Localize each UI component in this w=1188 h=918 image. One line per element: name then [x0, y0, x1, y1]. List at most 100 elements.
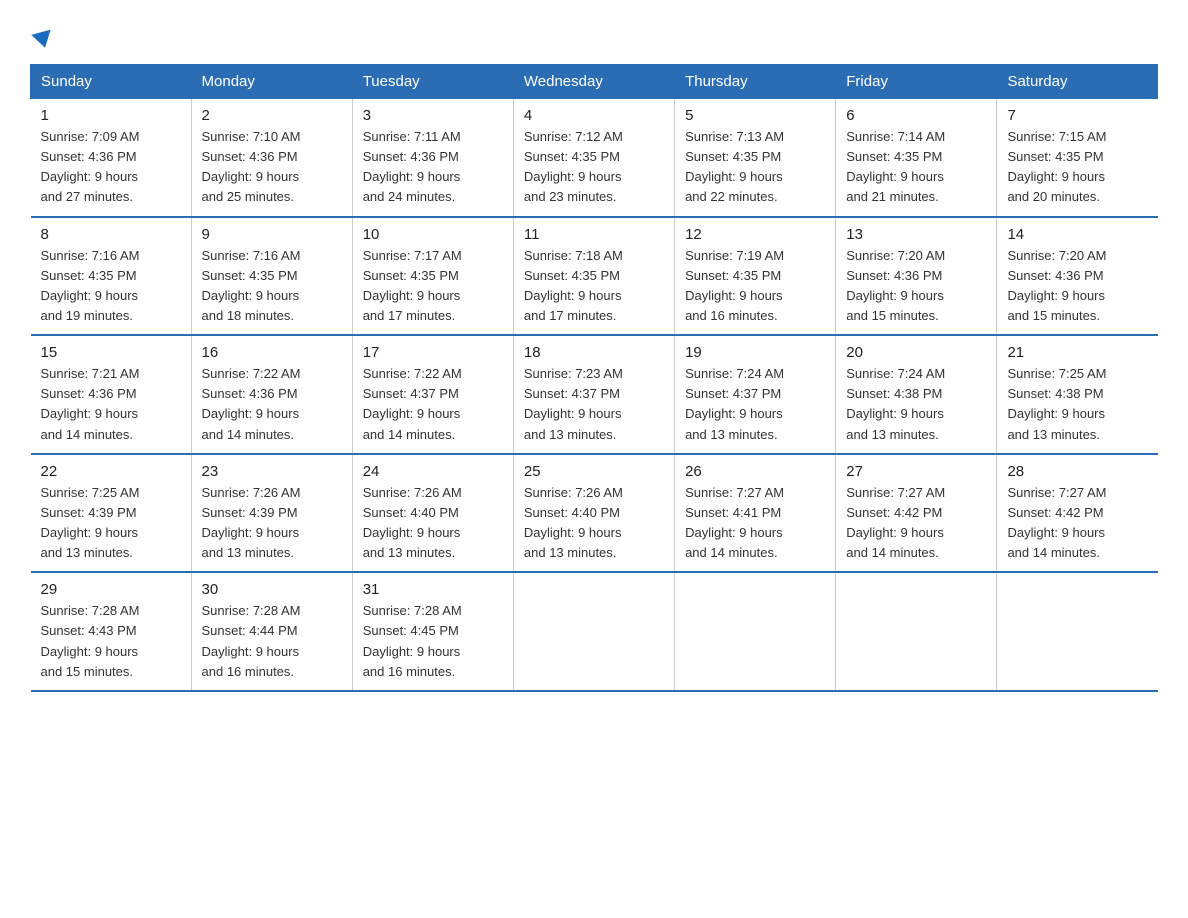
week-row-2: 8 Sunrise: 7:16 AMSunset: 4:35 PMDayligh…: [31, 217, 1158, 336]
day-info: Sunrise: 7:19 AMSunset: 4:35 PMDaylight:…: [685, 248, 784, 323]
day-number: 15: [41, 344, 181, 361]
day-cell: 8 Sunrise: 7:16 AMSunset: 4:35 PMDayligh…: [31, 217, 192, 336]
day-number: 14: [1007, 226, 1147, 243]
day-cell: 11 Sunrise: 7:18 AMSunset: 4:35 PMDaylig…: [513, 217, 674, 336]
day-number: 22: [41, 463, 181, 480]
day-number: 5: [685, 107, 825, 124]
day-info: Sunrise: 7:24 AMSunset: 4:38 PMDaylight:…: [846, 366, 945, 441]
day-number: 1: [41, 107, 181, 124]
day-cell: 24 Sunrise: 7:26 AMSunset: 4:40 PMDaylig…: [352, 454, 513, 573]
day-number: 17: [363, 344, 503, 361]
day-number: 10: [363, 226, 503, 243]
day-number: 28: [1007, 463, 1147, 480]
day-info: Sunrise: 7:28 AMSunset: 4:45 PMDaylight:…: [363, 603, 462, 678]
day-number: 9: [202, 226, 342, 243]
day-info: Sunrise: 7:12 AMSunset: 4:35 PMDaylight:…: [524, 129, 623, 204]
day-info: Sunrise: 7:16 AMSunset: 4:35 PMDaylight:…: [41, 248, 140, 323]
day-number: 6: [846, 107, 986, 124]
day-cell: 4 Sunrise: 7:12 AMSunset: 4:35 PMDayligh…: [513, 99, 674, 217]
day-number: 3: [363, 107, 503, 124]
day-info: Sunrise: 7:22 AMSunset: 4:37 PMDaylight:…: [363, 366, 462, 441]
day-number: 13: [846, 226, 986, 243]
day-cell: 18 Sunrise: 7:23 AMSunset: 4:37 PMDaylig…: [513, 335, 674, 454]
day-info: Sunrise: 7:28 AMSunset: 4:44 PMDaylight:…: [202, 603, 301, 678]
day-cell: 9 Sunrise: 7:16 AMSunset: 4:35 PMDayligh…: [191, 217, 352, 336]
day-info: Sunrise: 7:28 AMSunset: 4:43 PMDaylight:…: [41, 603, 140, 678]
day-cell: [675, 572, 836, 691]
day-cell: 21 Sunrise: 7:25 AMSunset: 4:38 PMDaylig…: [997, 335, 1158, 454]
day-number: 31: [363, 581, 503, 598]
day-number: 12: [685, 226, 825, 243]
day-cell: 17 Sunrise: 7:22 AMSunset: 4:37 PMDaylig…: [352, 335, 513, 454]
day-cell: 10 Sunrise: 7:17 AMSunset: 4:35 PMDaylig…: [352, 217, 513, 336]
calendar-table: SundayMondayTuesdayWednesdayThursdayFrid…: [30, 64, 1158, 692]
day-info: Sunrise: 7:27 AMSunset: 4:41 PMDaylight:…: [685, 485, 784, 560]
day-number: 23: [202, 463, 342, 480]
day-number: 18: [524, 344, 664, 361]
day-cell: 12 Sunrise: 7:19 AMSunset: 4:35 PMDaylig…: [675, 217, 836, 336]
day-info: Sunrise: 7:13 AMSunset: 4:35 PMDaylight:…: [685, 129, 784, 204]
day-cell: 29 Sunrise: 7:28 AMSunset: 4:43 PMDaylig…: [31, 572, 192, 691]
day-number: 21: [1007, 344, 1147, 361]
day-cell: [513, 572, 674, 691]
day-info: Sunrise: 7:17 AMSunset: 4:35 PMDaylight:…: [363, 248, 462, 323]
day-number: 20: [846, 344, 986, 361]
day-number: 26: [685, 463, 825, 480]
day-info: Sunrise: 7:21 AMSunset: 4:36 PMDaylight:…: [41, 366, 140, 441]
day-number: 24: [363, 463, 503, 480]
page-header: [30, 20, 1158, 48]
day-info: Sunrise: 7:23 AMSunset: 4:37 PMDaylight:…: [524, 366, 623, 441]
day-info: Sunrise: 7:16 AMSunset: 4:35 PMDaylight:…: [202, 248, 301, 323]
day-info: Sunrise: 7:27 AMSunset: 4:42 PMDaylight:…: [1007, 485, 1106, 560]
day-info: Sunrise: 7:22 AMSunset: 4:36 PMDaylight:…: [202, 366, 301, 441]
week-row-3: 15 Sunrise: 7:21 AMSunset: 4:36 PMDaylig…: [31, 335, 1158, 454]
day-cell: 14 Sunrise: 7:20 AMSunset: 4:36 PMDaylig…: [997, 217, 1158, 336]
day-info: Sunrise: 7:11 AMSunset: 4:36 PMDaylight:…: [363, 129, 461, 204]
day-cell: 5 Sunrise: 7:13 AMSunset: 4:35 PMDayligh…: [675, 99, 836, 217]
day-number: 30: [202, 581, 342, 598]
week-row-4: 22 Sunrise: 7:25 AMSunset: 4:39 PMDaylig…: [31, 454, 1158, 573]
day-cell: 26 Sunrise: 7:27 AMSunset: 4:41 PMDaylig…: [675, 454, 836, 573]
day-cell: 22 Sunrise: 7:25 AMSunset: 4:39 PMDaylig…: [31, 454, 192, 573]
day-info: Sunrise: 7:20 AMSunset: 4:36 PMDaylight:…: [1007, 248, 1106, 323]
day-cell: 1 Sunrise: 7:09 AMSunset: 4:36 PMDayligh…: [31, 99, 192, 217]
day-info: Sunrise: 7:20 AMSunset: 4:36 PMDaylight:…: [846, 248, 945, 323]
day-cell: 23 Sunrise: 7:26 AMSunset: 4:39 PMDaylig…: [191, 454, 352, 573]
day-header-thursday: Thursday: [675, 65, 836, 99]
day-info: Sunrise: 7:26 AMSunset: 4:40 PMDaylight:…: [524, 485, 623, 560]
day-info: Sunrise: 7:25 AMSunset: 4:38 PMDaylight:…: [1007, 366, 1106, 441]
day-cell: 7 Sunrise: 7:15 AMSunset: 4:35 PMDayligh…: [997, 99, 1158, 217]
day-number: 8: [41, 226, 181, 243]
day-info: Sunrise: 7:14 AMSunset: 4:35 PMDaylight:…: [846, 129, 945, 204]
day-cell: 27 Sunrise: 7:27 AMSunset: 4:42 PMDaylig…: [836, 454, 997, 573]
day-info: Sunrise: 7:09 AMSunset: 4:36 PMDaylight:…: [41, 129, 140, 204]
day-cell: 6 Sunrise: 7:14 AMSunset: 4:35 PMDayligh…: [836, 99, 997, 217]
day-info: Sunrise: 7:26 AMSunset: 4:40 PMDaylight:…: [363, 485, 462, 560]
day-info: Sunrise: 7:10 AMSunset: 4:36 PMDaylight:…: [202, 129, 301, 204]
logo: [30, 20, 53, 48]
day-info: Sunrise: 7:18 AMSunset: 4:35 PMDaylight:…: [524, 248, 623, 323]
day-cell: 19 Sunrise: 7:24 AMSunset: 4:37 PMDaylig…: [675, 335, 836, 454]
day-info: Sunrise: 7:25 AMSunset: 4:39 PMDaylight:…: [41, 485, 140, 560]
day-number: 29: [41, 581, 181, 598]
day-number: 2: [202, 107, 342, 124]
day-header-tuesday: Tuesday: [352, 65, 513, 99]
day-cell: 20 Sunrise: 7:24 AMSunset: 4:38 PMDaylig…: [836, 335, 997, 454]
day-header-friday: Friday: [836, 65, 997, 99]
day-info: Sunrise: 7:26 AMSunset: 4:39 PMDaylight:…: [202, 485, 301, 560]
day-cell: 28 Sunrise: 7:27 AMSunset: 4:42 PMDaylig…: [997, 454, 1158, 573]
day-number: 25: [524, 463, 664, 480]
day-cell: 31 Sunrise: 7:28 AMSunset: 4:45 PMDaylig…: [352, 572, 513, 691]
day-header-sunday: Sunday: [31, 65, 192, 99]
day-cell: [836, 572, 997, 691]
day-cell: 25 Sunrise: 7:26 AMSunset: 4:40 PMDaylig…: [513, 454, 674, 573]
day-header-row: SundayMondayTuesdayWednesdayThursdayFrid…: [31, 65, 1158, 99]
day-number: 27: [846, 463, 986, 480]
day-cell: 30 Sunrise: 7:28 AMSunset: 4:44 PMDaylig…: [191, 572, 352, 691]
day-cell: 15 Sunrise: 7:21 AMSunset: 4:36 PMDaylig…: [31, 335, 192, 454]
day-info: Sunrise: 7:15 AMSunset: 4:35 PMDaylight:…: [1007, 129, 1106, 204]
day-cell: 13 Sunrise: 7:20 AMSunset: 4:36 PMDaylig…: [836, 217, 997, 336]
day-number: 4: [524, 107, 664, 124]
week-row-1: 1 Sunrise: 7:09 AMSunset: 4:36 PMDayligh…: [31, 99, 1158, 217]
day-cell: [997, 572, 1158, 691]
